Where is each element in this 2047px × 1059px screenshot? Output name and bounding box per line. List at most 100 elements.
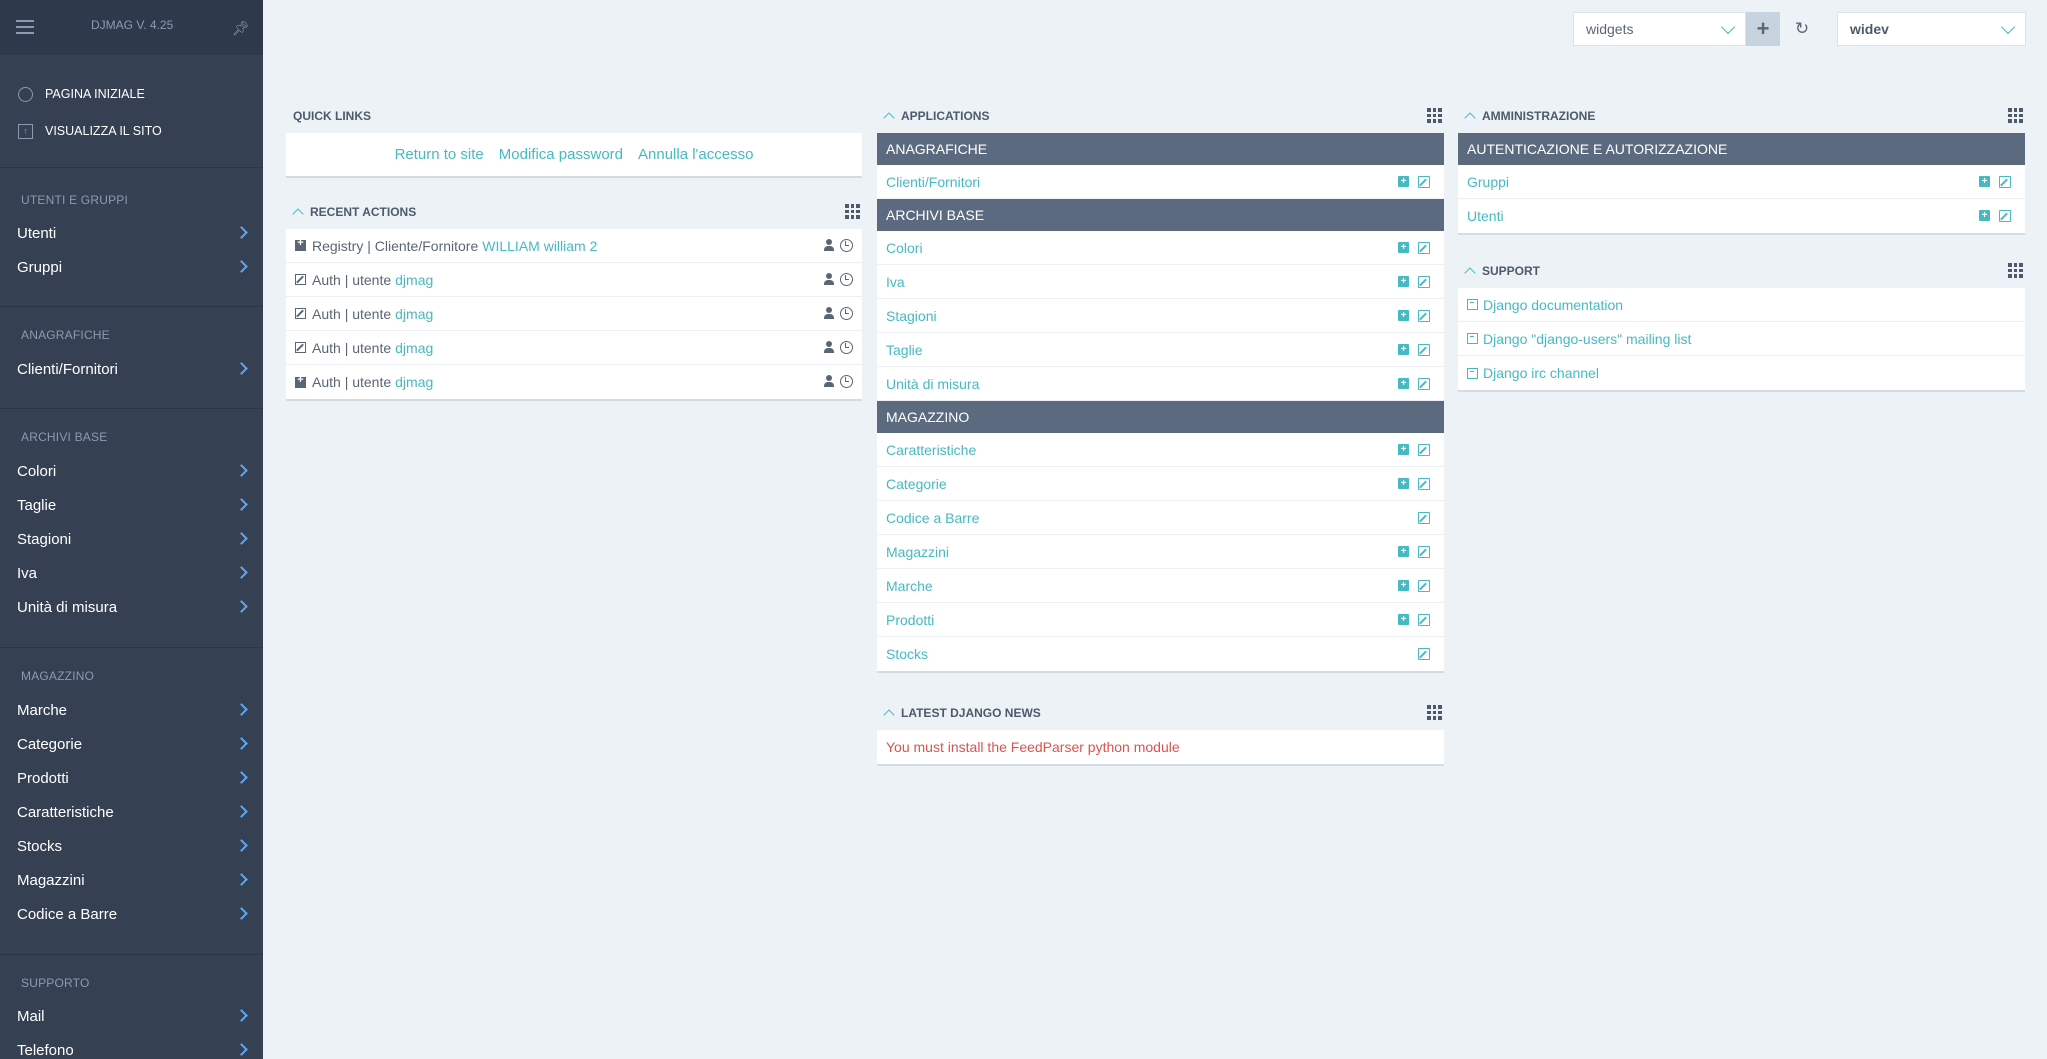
model-link[interactable]: Stocks xyxy=(886,646,928,662)
change-password-link[interactable]: Modifica password xyxy=(499,146,623,163)
edit-icon[interactable] xyxy=(1418,648,1430,660)
django-documentation-link[interactable]: Django documentation xyxy=(1483,297,1623,313)
edit-icon[interactable] xyxy=(1418,512,1430,524)
user-icon xyxy=(823,307,835,319)
quick-links-row: Return to site Modifica password Annulla… xyxy=(286,133,862,176)
add-icon[interactable]: + xyxy=(1398,444,1409,455)
drag-grid-icon[interactable] xyxy=(1427,705,1442,720)
sidebar-item-stocks[interactable]: Stocks xyxy=(0,829,263,863)
module-title[interactable]: APPLICATIONS xyxy=(877,106,1444,126)
pin-icon[interactable]: 📌︎ xyxy=(232,20,250,37)
model-link[interactable]: Stagioni xyxy=(886,308,937,324)
widgets-select[interactable]: widgets xyxy=(1573,12,1746,46)
module-title[interactable]: RECENT ACTIONS xyxy=(286,202,862,222)
add-icon[interactable]: + xyxy=(1398,242,1409,253)
edit-icon[interactable] xyxy=(1418,444,1430,456)
hamburger-menu-icon[interactable] xyxy=(16,20,34,34)
add-icon[interactable]: + xyxy=(1398,344,1409,355)
edit-icon[interactable] xyxy=(1418,378,1430,390)
sidebar-item-stagioni[interactable]: Stagioni xyxy=(0,522,263,556)
model-link[interactable]: Caratteristiche xyxy=(886,442,976,458)
sidebar-item-label: Stocks xyxy=(17,837,63,855)
add-icon[interactable]: + xyxy=(1979,210,1990,221)
add-icon[interactable]: + xyxy=(1398,378,1409,389)
model-link[interactable]: Codice a Barre xyxy=(886,510,979,526)
sidebar-item-unita-di-misura[interactable]: Unità di misura xyxy=(0,590,263,624)
sidebar-item-prodotti[interactable]: Prodotti xyxy=(0,761,263,795)
model-link[interactable]: Unità di misura xyxy=(886,376,979,392)
sidebar-item-gruppi[interactable]: Gruppi xyxy=(0,250,263,284)
drag-grid-icon[interactable] xyxy=(1427,108,1442,123)
edit-icon[interactable] xyxy=(1418,310,1430,322)
sidebar-item-magazzini[interactable]: Magazzini xyxy=(0,863,263,897)
reload-icon[interactable]: ↻ xyxy=(1790,17,1814,41)
model-link[interactable]: Colori xyxy=(886,240,923,256)
add-icon[interactable]: + xyxy=(1398,614,1409,625)
recent-action-link[interactable]: djmag xyxy=(395,340,433,356)
add-icon[interactable]: + xyxy=(1979,176,1990,187)
support-module: SUPPORT Django documentation Django "dja… xyxy=(1458,261,2025,390)
sidebar-link-view-site[interactable]: ↑ VISUALIZZA IL SITO xyxy=(18,121,162,141)
sidebar-item-taglie[interactable]: Taglie xyxy=(0,488,263,522)
recent-action-link[interactable]: WILLIAM william 2 xyxy=(482,238,597,254)
add-icon[interactable]: + xyxy=(1398,176,1409,187)
recent-action-link[interactable]: djmag xyxy=(395,306,433,322)
django-irc-channel-link[interactable]: Django irc channel xyxy=(1483,365,1599,381)
sidebar-item-colori[interactable]: Colori xyxy=(0,454,263,488)
collapse-caret-icon[interactable] xyxy=(292,208,304,220)
edit-icon[interactable] xyxy=(1418,176,1430,188)
edit-icon[interactable] xyxy=(1418,614,1430,626)
sidebar-item-utenti[interactable]: Utenti xyxy=(0,216,263,250)
user-select[interactable]: widev xyxy=(1837,12,2026,46)
edit-icon[interactable] xyxy=(1999,176,2011,188)
drag-grid-icon[interactable] xyxy=(2008,263,2023,278)
django-users-mailing-list-link[interactable]: Django "django-users" mailing list xyxy=(1483,331,1691,347)
model-link[interactable]: Clienti/Fornitori xyxy=(886,174,980,190)
drag-grid-icon[interactable] xyxy=(845,204,860,219)
sidebar-item-mail[interactable]: Mail xyxy=(0,999,263,1033)
sidebar-link-home[interactable]: PAGINA INIZIALE xyxy=(18,84,145,104)
model-link[interactable]: Prodotti xyxy=(886,612,934,628)
model-link[interactable]: Iva xyxy=(886,274,905,290)
module-title[interactable]: AMMINISTRAZIONE xyxy=(1458,106,2025,126)
collapse-caret-icon[interactable] xyxy=(1464,267,1476,279)
add-icon[interactable]: + xyxy=(1398,478,1409,489)
external-link-icon xyxy=(1467,367,1478,379)
drag-grid-icon[interactable] xyxy=(2008,108,2023,123)
add-icon[interactable]: + xyxy=(1398,546,1409,557)
sidebar-item-iva[interactable]: Iva xyxy=(0,556,263,590)
model-link[interactable]: Marche xyxy=(886,578,933,594)
model-link[interactable]: Taglie xyxy=(886,342,923,358)
edit-icon[interactable] xyxy=(1418,276,1430,288)
edit-icon[interactable] xyxy=(1418,478,1430,490)
sidebar-item-codice-a-barre[interactable]: Codice a Barre xyxy=(0,897,263,931)
collapse-caret-icon[interactable] xyxy=(883,709,895,721)
add-icon[interactable]: + xyxy=(1398,276,1409,287)
return-to-site-link[interactable]: Return to site xyxy=(395,146,484,163)
collapse-caret-icon[interactable] xyxy=(883,112,895,124)
sidebar-item-categorie[interactable]: Categorie xyxy=(0,727,263,761)
edit-icon[interactable] xyxy=(1418,344,1430,356)
chevron-right-icon xyxy=(237,564,246,582)
model-link[interactable]: Utenti xyxy=(1467,208,1504,224)
edit-icon[interactable] xyxy=(1418,546,1430,558)
module-title[interactable]: LATEST DJANGO NEWS xyxy=(877,703,1444,723)
model-link[interactable]: Gruppi xyxy=(1467,174,1509,190)
sidebar-item-caratteristiche[interactable]: Caratteristiche xyxy=(0,795,263,829)
logout-link[interactable]: Annulla l'accesso xyxy=(638,146,753,163)
model-link[interactable]: Magazzini xyxy=(886,544,949,560)
add-widget-button[interactable]: + xyxy=(1746,12,1780,46)
recent-action-link[interactable]: djmag xyxy=(395,272,433,288)
sidebar-item-marche[interactable]: Marche xyxy=(0,693,263,727)
model-link[interactable]: Categorie xyxy=(886,476,947,492)
recent-action-link[interactable]: djmag xyxy=(395,374,433,390)
edit-icon[interactable] xyxy=(1999,210,2011,222)
collapse-caret-icon[interactable] xyxy=(1464,112,1476,124)
sidebar-item-telefono[interactable]: Telefono xyxy=(0,1033,263,1059)
sidebar-item-clienti-fornitori[interactable]: Clienti/Fornitori xyxy=(0,352,263,386)
add-icon[interactable]: + xyxy=(1398,580,1409,591)
edit-icon[interactable] xyxy=(1418,242,1430,254)
edit-icon[interactable] xyxy=(1418,580,1430,592)
add-icon[interactable]: + xyxy=(1398,310,1409,321)
module-title[interactable]: SUPPORT xyxy=(1458,261,2025,281)
